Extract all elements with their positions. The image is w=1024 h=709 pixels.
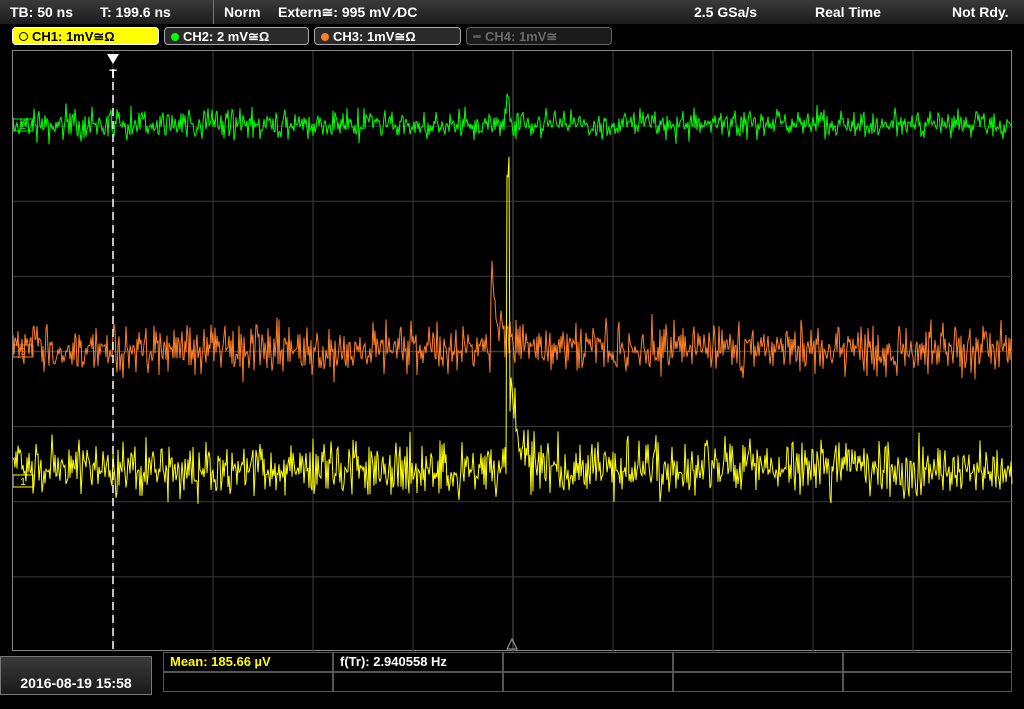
trigger-source-readout[interactable]: Extern≅: 995 mV ⁄DC: [278, 0, 417, 24]
ch2-label: CH2: 2 mV≅Ω: [183, 29, 270, 44]
sample-rate-readout[interactable]: 2.5 GSa/s: [694, 0, 757, 24]
ch1-marker-label: 1: [20, 477, 26, 488]
measurement-slot-4[interactable]: [673, 652, 843, 672]
mean-measurement[interactable]: Mean: 185.66 µV: [163, 652, 333, 672]
measurement-panel: Mean: 185.66 µV f(Tr): 2.940558 Hz: [163, 652, 1012, 694]
waveform-display[interactable]: T 2 3 1: [12, 50, 1013, 652]
ch1-offset-marker[interactable]: 1: [13, 474, 34, 488]
acquisition-mode-readout[interactable]: Real Time: [815, 0, 881, 24]
tab-ch1[interactable]: CH1: 1mV≅Ω: [12, 27, 159, 45]
measurement-slot-9[interactable]: [673, 672, 843, 692]
ch4-indicator-icon: [473, 35, 481, 38]
ch4-label: CH4: 1mV≅: [485, 29, 558, 44]
tab-ch3[interactable]: CH3: 1mV≅Ω: [314, 27, 461, 45]
tab-ch2[interactable]: CH2: 2 mV≅Ω: [164, 27, 309, 45]
trigger-marker: T: [109, 67, 117, 81]
trigger-time-readout[interactable]: T: 199.6 ns: [100, 0, 171, 24]
ch2-marker-label: 2: [20, 121, 26, 132]
trigger-position-icon[interactable]: [107, 54, 119, 64]
ch1-indicator-icon: [19, 32, 28, 41]
measurement-slot-3[interactable]: [503, 652, 673, 672]
date-time-text: 2016-08-19 15:58: [20, 675, 132, 691]
ch3-indicator-icon: [321, 33, 329, 41]
channel-tab-row: CH1: 1mV≅Ω CH2: 2 mV≅Ω CH3: 1mV≅Ω CH4: 1…: [0, 24, 1024, 48]
waveform-canvas: T 2 3 1: [13, 51, 1013, 652]
status-bar: TB: 50 ns T: 199.6 ns Norm Extern≅: 995 …: [0, 0, 1024, 25]
ch1-label: CH1: 1mV≅Ω: [32, 29, 115, 44]
date-time-display: 2016-08-19 15:58: [0, 656, 152, 695]
measurement-slot-6[interactable]: [163, 672, 333, 692]
tab-ch4[interactable]: CH4: 1mV≅: [466, 27, 612, 45]
trigger-status: Not Rdy.: [952, 4, 1009, 20]
measurement-slot-10[interactable]: [843, 672, 1012, 692]
trigger-level-icon[interactable]: [506, 637, 518, 650]
ch3-label: CH3: 1mV≅Ω: [333, 29, 416, 44]
timebase-readout[interactable]: TB: 50 ns: [10, 0, 73, 24]
ch2-indicator-icon: [171, 33, 179, 41]
measurement-slot-7[interactable]: [333, 672, 503, 692]
measurement-slot-8[interactable]: [503, 672, 673, 692]
measurement-slot-5[interactable]: [843, 652, 1012, 672]
trigger-mode-readout[interactable]: Norm: [224, 0, 261, 24]
frequency-measurement[interactable]: f(Tr): 2.940558 Hz: [333, 652, 503, 672]
ch3-marker-label: 3: [20, 347, 26, 358]
